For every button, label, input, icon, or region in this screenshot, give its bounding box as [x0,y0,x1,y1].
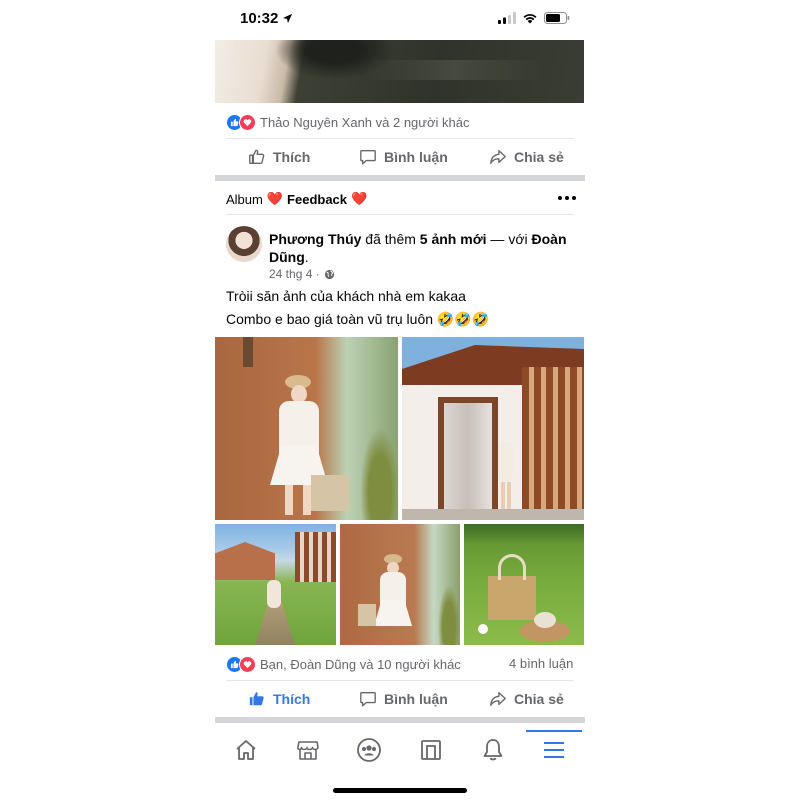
album-separator [226,214,574,215]
thumbs-up-filled-icon [249,692,264,706]
nav-marketplace[interactable] [294,736,322,764]
photo-2[interactable] [402,337,584,520]
love-reaction-icon [239,656,256,673]
home-icon [236,740,256,760]
author-name[interactable]: Phương Thúy [269,231,361,247]
author-avatar[interactable] [226,226,262,262]
marketplace-icon [297,741,319,760]
nav-watch[interactable] [417,736,445,764]
photo-4[interactable] [340,524,460,645]
post-header-text: Phương Thúy đã thêm 5 ảnh mới — với Đoàn… [269,230,574,266]
photo-1[interactable] [215,337,398,520]
thumbs-up-icon [249,149,265,164]
share-icon [490,150,506,164]
post-date[interactable]: 24 thg 4 · [269,267,335,281]
post2-like-label: Thích [273,691,311,707]
share-icon [490,692,506,706]
comments-count[interactable]: 4 bình luận [509,656,573,671]
battery-icon [544,12,570,24]
post-date-label: 24 thg 4 · [269,267,320,281]
post1-like-label: Thích [273,149,311,165]
more-dots-icon [558,196,576,200]
nav-home[interactable] [232,736,260,764]
nav-groups[interactable] [355,736,383,764]
reaction-icons [226,114,256,131]
globe-icon [324,269,334,279]
menu-icon [544,742,564,758]
post1-separator [226,138,574,139]
photo-5[interactable] [464,524,584,645]
comment-icon [360,692,376,707]
post2-reactions[interactable]: Bạn, Đoàn Dũng và 10 người khác [226,656,461,673]
album-label: Album [226,191,263,207]
post1-like-button[interactable]: Thích [248,148,310,166]
previous-post-photo[interactable] [215,40,584,103]
wifi-icon [523,14,537,24]
header-added-text: đã thêm [361,231,420,247]
post-divider [215,175,585,181]
tagged-person-second[interactable]: Dũng [269,249,305,265]
status-time: 10:32 [240,10,293,27]
location-arrow-icon [283,13,293,24]
post2-separator [226,680,574,681]
header-end: . [304,249,309,265]
post1-reactions[interactable]: Thảo Nguyên Xanh và 2 người khác [226,114,469,131]
photos-count-link[interactable]: 5 ảnh mới [420,231,487,247]
nav-menu[interactable] [540,736,568,764]
heart-emoji-icon: ❤️ [266,191,284,206]
post1-share-label: Chia sẻ [514,149,564,165]
post2-share-button[interactable]: Chia sẻ [489,690,564,708]
post-text-line2: Combo e bao giá toàn vũ trụ luôn 🤣🤣🤣 [226,311,490,327]
groups-icon [357,738,381,762]
post1-reactions-text: Thảo Nguyên Xanh và 2 người khác [260,115,470,130]
post2-comment-button[interactable]: Bình luận [359,690,448,708]
more-options-button[interactable] [558,191,576,205]
post1-comment-button[interactable]: Bình luận [359,148,448,166]
nav-notifications[interactable] [479,736,507,764]
time-label: 10:32 [240,10,279,27]
header-with-text: — với [486,231,532,247]
album-header[interactable]: Album ❤️ Feedback ❤️ [226,191,367,207]
album-title: Feedback [287,191,348,207]
tagged-person-first[interactable]: Đoàn [532,231,567,247]
post2-comment-label: Bình luận [384,691,448,707]
post2-like-button[interactable]: Thích [248,690,310,708]
bottom-nav [215,726,585,776]
menu-active-indicator [526,730,582,732]
signal-icon [498,12,516,24]
photo-3[interactable] [215,524,336,645]
post2-reactions-text: Bạn, Đoàn Dũng và 10 người khác [260,657,461,672]
post1-share-button[interactable]: Chia sẻ [489,148,564,166]
heart-emoji-icon: ❤️ [351,191,368,206]
post1-comment-label: Bình luận [384,149,448,165]
post-text-line1: Tròii săn ảnh của khách nhà em kakaa [226,288,466,304]
post2-share-label: Chia sẻ [514,691,564,707]
notifications-icon [483,739,503,761]
comment-icon [360,150,376,165]
post-divider [215,717,585,723]
watch-icon [421,740,441,760]
status-indicators [498,12,570,24]
reaction-icons [226,656,256,673]
home-indicator[interactable] [333,788,467,793]
love-reaction-icon [239,114,256,131]
